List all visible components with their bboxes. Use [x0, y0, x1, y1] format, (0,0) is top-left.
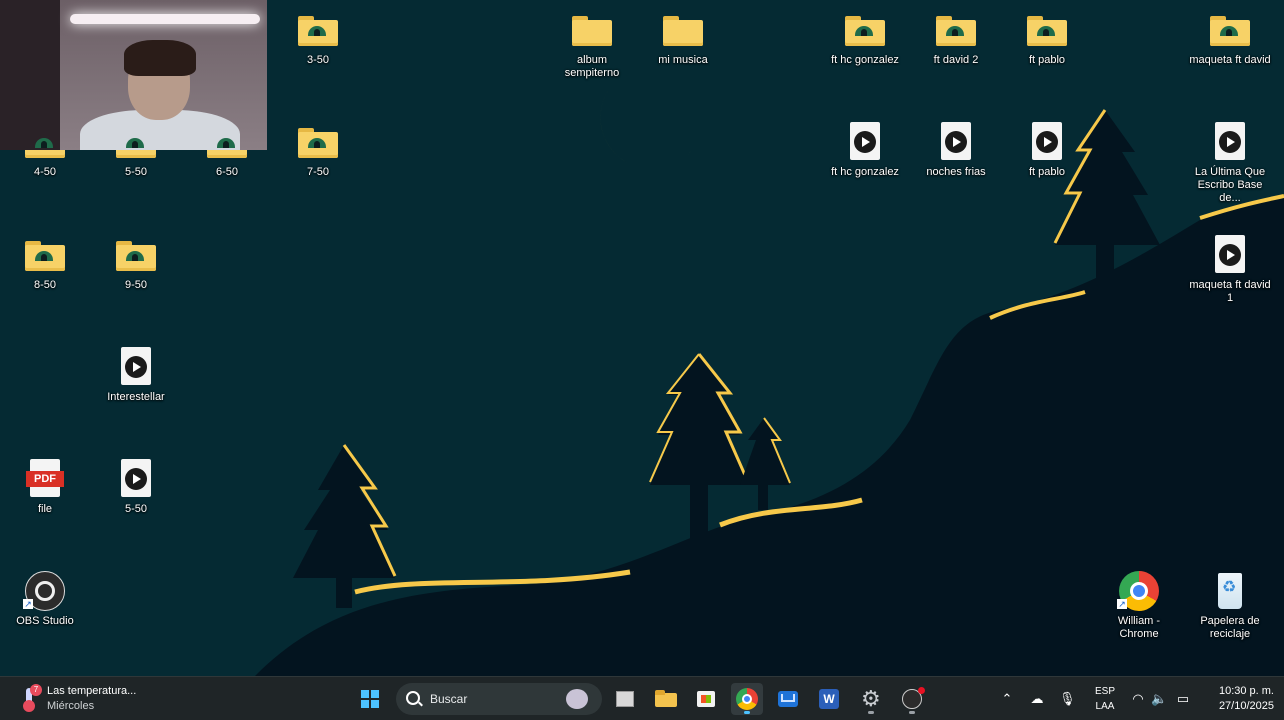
media-file-icon [934, 122, 978, 162]
icon-label: 7-50 [306, 166, 330, 178]
icon-label: Interestellar [107, 391, 165, 403]
folder-ft-pablo[interactable]: ft pablo [1005, 10, 1089, 67]
search-icon [406, 691, 420, 705]
icon-label: noches frias [926, 166, 986, 178]
notification-badge: 7 [30, 684, 42, 696]
taskbar-settings[interactable] [855, 683, 887, 715]
battery-icon[interactable]: ▭ [1175, 691, 1191, 707]
icon-label: 4-50 [33, 166, 57, 178]
folder-icon [1025, 10, 1069, 50]
media-file-icon [843, 122, 887, 162]
folder-3-50[interactable]: 3-50 [276, 10, 360, 67]
taskbar-word[interactable] [813, 683, 845, 715]
wifi-icon[interactable]: ◠ [1130, 691, 1146, 707]
icon-label: maqueta ft david [1189, 54, 1271, 66]
folder-9-50[interactable]: 9-50 [94, 235, 178, 292]
weather-title: Las temperatura... [47, 685, 137, 697]
shortcut-william-chrome[interactable]: ↗ William - Chrome [1097, 571, 1181, 641]
recycle-bin[interactable]: Papelera de reciclaje [1188, 571, 1272, 641]
taskbar-obs[interactable] [896, 683, 928, 715]
audio-interestellar[interactable]: Interestellar [94, 347, 178, 404]
clock[interactable]: 10:30 p. m. 27/10/2025 [1200, 684, 1274, 714]
icon-label: William - Chrome [1117, 615, 1161, 640]
language-code: ESP [1094, 686, 1115, 697]
taskbar-task-view[interactable] [608, 683, 640, 715]
icon-label: ft pablo [1028, 54, 1066, 66]
folder-maqueta-ft-david[interactable]: maqueta ft david [1188, 10, 1272, 67]
keyboard-layout: LAA [1095, 701, 1115, 712]
taskbar-outlook[interactable] [772, 683, 804, 715]
icon-label: maqueta ft david 1 [1189, 279, 1271, 304]
webcam-overlay [0, 0, 267, 150]
icon-label: file [37, 503, 53, 515]
icon-label: OBS Studio [16, 615, 74, 627]
chevron-up-icon[interactable]: ⌃ [999, 691, 1015, 707]
taskbar-chrome[interactable] [731, 683, 763, 715]
folder-icon [296, 122, 340, 162]
icon-label: 9-50 [124, 279, 148, 291]
media-file-icon [114, 347, 158, 387]
volume-icon[interactable]: 🔈 [1151, 691, 1167, 707]
clock-time: 10:30 p. m. [1218, 685, 1274, 697]
icon-label: ft pablo [1028, 166, 1066, 178]
icon-label: mi musica [658, 54, 708, 66]
icon-label: Papelera de reciclaje [1200, 615, 1260, 640]
folder-icon [296, 10, 340, 50]
icon-label: La Última Que Escribo Base de... [1194, 166, 1266, 204]
icon-label: 5-50 [124, 503, 148, 515]
folder-7-50[interactable]: 7-50 [276, 122, 360, 179]
icon-label: ft hc gonzalez [831, 54, 899, 66]
media-file-icon [1208, 235, 1252, 275]
audio-5-50[interactable]: 5-50 [94, 459, 178, 516]
windows-icon [361, 690, 379, 708]
audio-la-ultima-que-escribo[interactable]: La Última Que Escribo Base de... [1188, 122, 1272, 205]
folder-icon [23, 235, 67, 275]
obs-icon: ↗ [23, 571, 67, 611]
folder-album-sempiterno[interactable]: album sempiterno [550, 10, 634, 80]
icon-label: ft david 2 [933, 54, 979, 66]
taskbar-file-explorer[interactable] [649, 683, 681, 715]
search-box[interactable]: Buscar [396, 683, 602, 715]
folder-icon [1208, 10, 1252, 50]
search-highlight-icon [566, 689, 588, 709]
icon-label: 3-50 [306, 54, 330, 66]
folder-mi-musica[interactable]: mi musica [641, 10, 725, 67]
weather-subtitle: Miércoles [47, 700, 95, 712]
media-file-icon [1025, 122, 1069, 162]
language-indicator[interactable]: ESP LAA [1094, 684, 1116, 714]
folder-icon [934, 10, 978, 50]
weather-widget[interactable]: 7 Las temperatura... Miércoles [18, 682, 178, 716]
pdf-file[interactable]: PDF file [3, 459, 87, 516]
audio-maqueta-ft-david-1[interactable]: maqueta ft david 1 [1188, 235, 1272, 305]
folder-ft-david-2[interactable]: ft david 2 [914, 10, 998, 67]
folder-icon [570, 10, 614, 50]
folder-icon [114, 235, 158, 275]
taskbar: 7 Las temperatura... Miércoles Buscar ⌃ … [0, 676, 1284, 720]
icon-label: 6-50 [215, 166, 239, 178]
icon-label: ft hc gonzalez [831, 166, 899, 178]
start-button[interactable] [354, 683, 386, 715]
microphone-icon[interactable]: 🎙 [1059, 691, 1076, 707]
icon-label: album sempiterno [564, 54, 620, 79]
icon-label: 5-50 [124, 166, 148, 178]
search-placeholder: Buscar [430, 692, 468, 706]
chrome-icon: ↗ [1117, 571, 1161, 611]
cloud-icon[interactable]: ☁ [1029, 691, 1045, 707]
folder-icon [843, 10, 887, 50]
taskbar-microsoft-store[interactable] [690, 683, 722, 715]
media-file-icon [114, 459, 158, 499]
recycle-bin-icon [1208, 571, 1252, 611]
pdf-icon: PDF [23, 459, 67, 499]
folder-8-50[interactable]: 8-50 [3, 235, 87, 292]
media-file-icon [1208, 122, 1252, 162]
audio-ft-pablo[interactable]: ft pablo [1005, 122, 1089, 179]
audio-noches-frias[interactable]: noches frias [914, 122, 998, 179]
icon-label: 8-50 [33, 279, 57, 291]
audio-ft-hc-gonzalez[interactable]: ft hc gonzalez [823, 122, 907, 179]
folder-ft-hc-gonzalez[interactable]: ft hc gonzalez [823, 10, 907, 67]
folder-icon [661, 10, 705, 50]
shortcut-obs-studio[interactable]: ↗ OBS Studio [3, 571, 87, 628]
clock-date: 27/10/2025 [1218, 700, 1274, 712]
